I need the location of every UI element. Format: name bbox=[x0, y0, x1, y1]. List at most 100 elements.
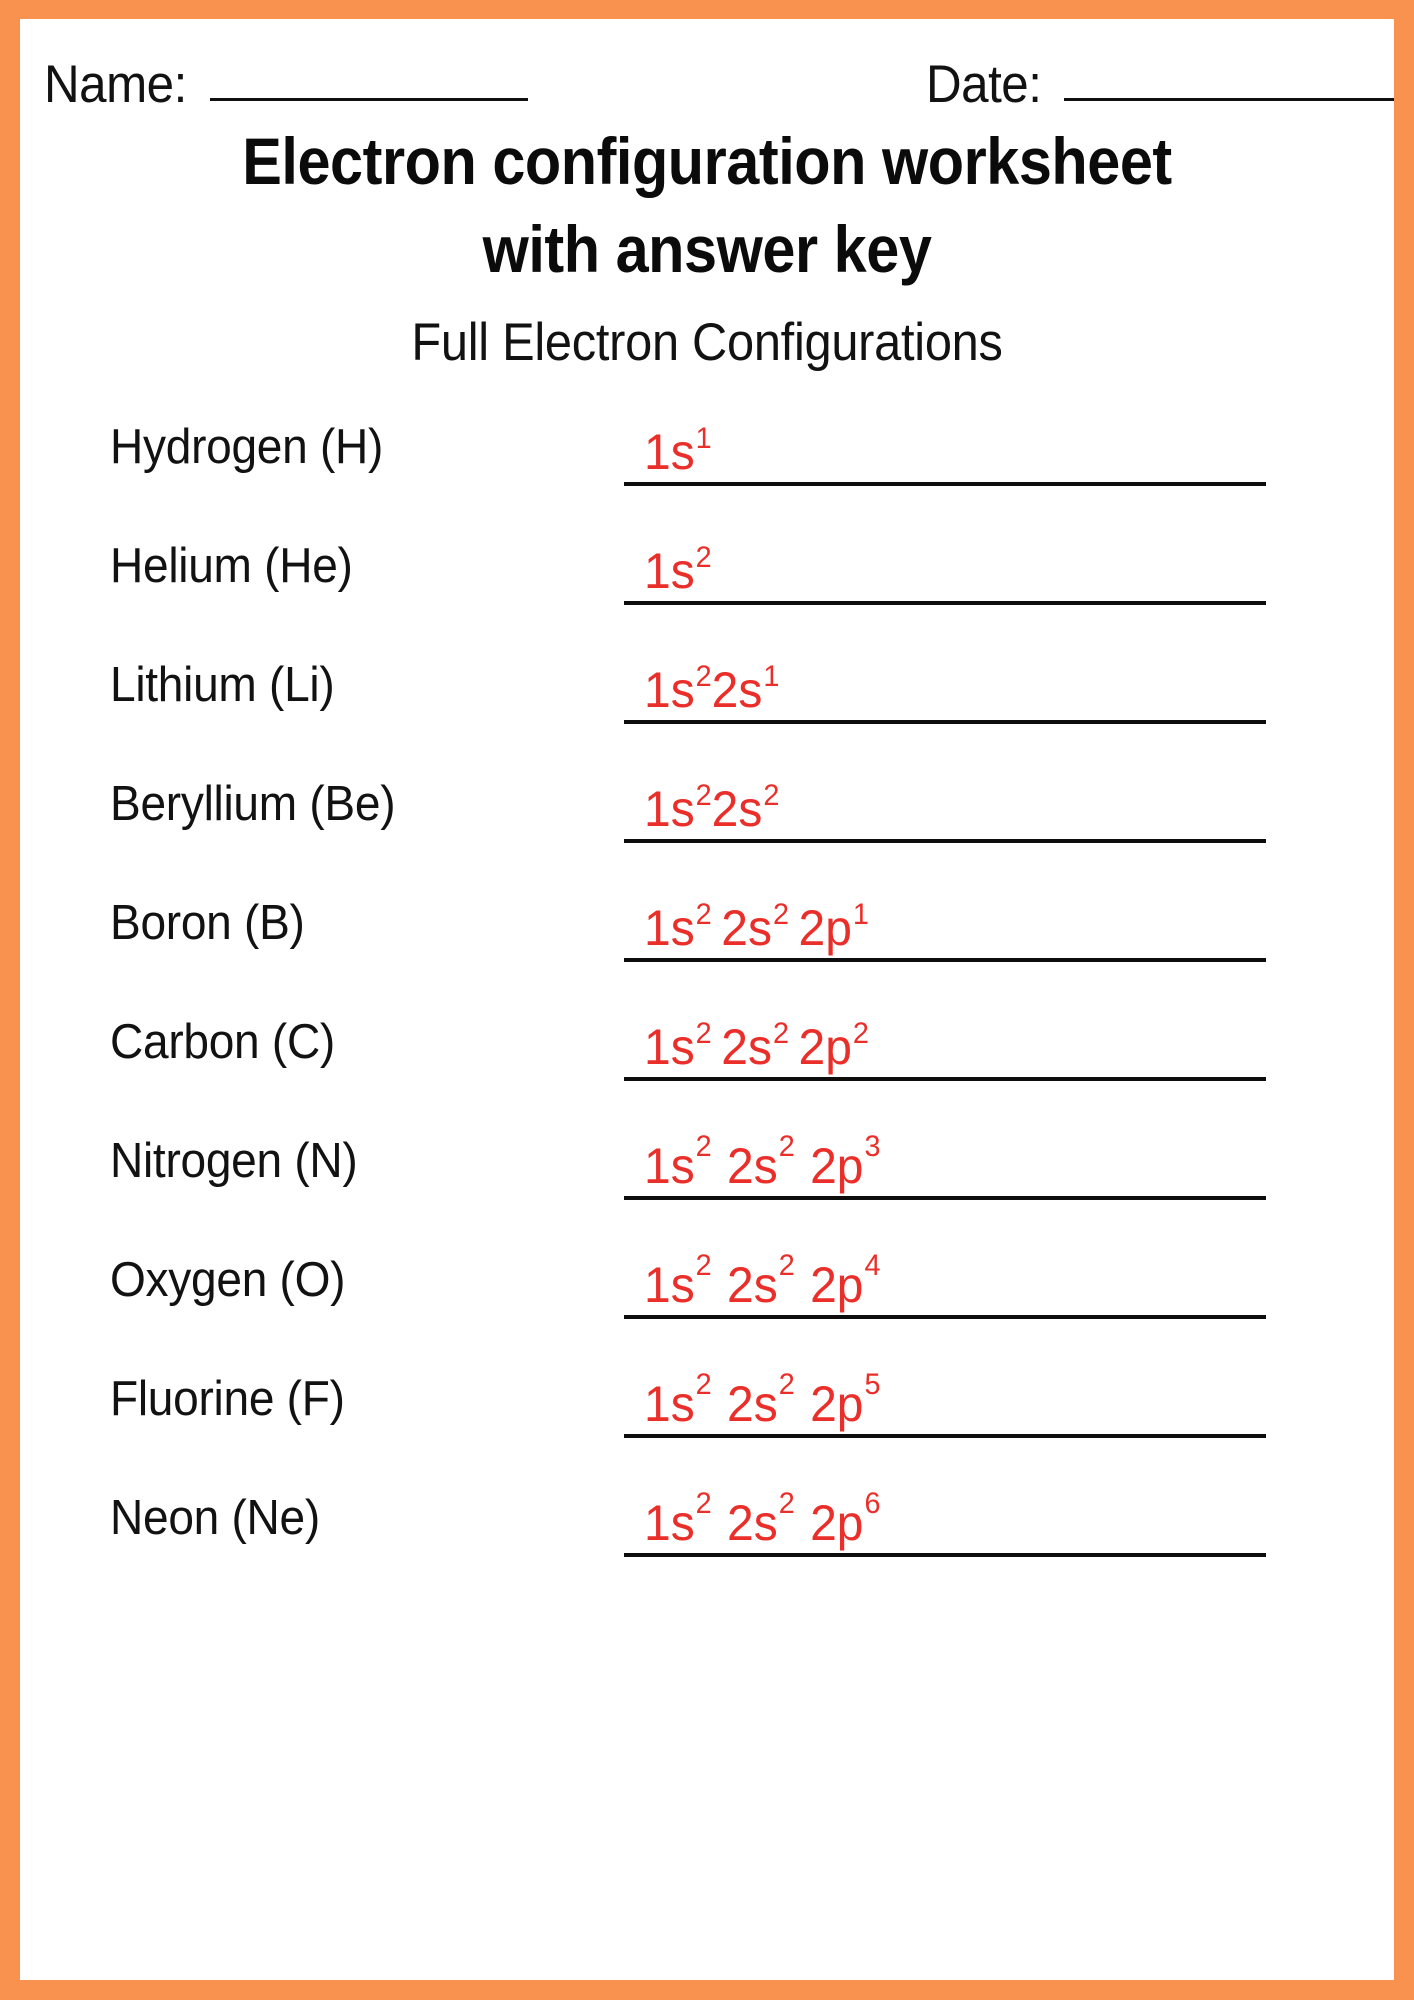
orbital-exponent: 1 bbox=[695, 422, 712, 456]
orbital-exponent: 2 bbox=[695, 1130, 712, 1164]
orbital-term: 2s1 bbox=[711, 662, 780, 718]
orbital-base: 2s bbox=[711, 781, 763, 837]
page-title-line-2: with answer key bbox=[482, 212, 932, 286]
orbital-base: 2p bbox=[810, 1495, 864, 1551]
element-label: Fluorine (F) bbox=[110, 1372, 345, 1426]
answer-write-line bbox=[624, 720, 1266, 724]
section-heading: Full Electron Configurations bbox=[411, 313, 1003, 372]
page-title-line-1: Electron configuration worksheet bbox=[242, 124, 1172, 198]
name-label: Name: bbox=[44, 55, 187, 114]
orbital-exponent: 2 bbox=[778, 1487, 795, 1521]
orbital-base: 1s bbox=[644, 543, 695, 599]
orbital-base: 2p bbox=[798, 900, 852, 956]
element-row: Helium (He) 1s2 bbox=[20, 498, 1394, 617]
orbital-base: 2p bbox=[810, 1257, 864, 1313]
worksheet-sheet: Name: Date: Electron configuration works… bbox=[20, 19, 1394, 1980]
answer-write-line bbox=[624, 601, 1266, 605]
date-label: Date: bbox=[925, 55, 1042, 114]
orbital-base: 2p bbox=[810, 1138, 864, 1194]
date-write-line[interactable] bbox=[1064, 98, 1394, 101]
element-row: Beryllium (Be) 1s22s2 bbox=[20, 736, 1394, 855]
element-row: Hydrogen (H) 1s1 bbox=[20, 379, 1394, 498]
orbital-term: 2s2 bbox=[727, 1370, 795, 1432]
orbital-exponent: 2 bbox=[695, 779, 712, 813]
orbital-exponent: 2 bbox=[695, 660, 712, 694]
orbital-base: 1s bbox=[644, 1138, 695, 1194]
answer-field[interactable]: 1s2 2s2 2p1 bbox=[624, 870, 1266, 962]
answer-field[interactable]: 1s2 2s2 2p5 bbox=[624, 1346, 1266, 1438]
element-row-list: Hydrogen (H) 1s1 Helium (He) 1s2 Lithium (Li… bbox=[20, 379, 1394, 1569]
orbital-base: 1s bbox=[644, 1257, 695, 1313]
element-row: Lithium (Li) 1s22s1 bbox=[20, 617, 1394, 736]
answer-write-line bbox=[624, 839, 1266, 843]
orbital-base: 2s bbox=[727, 1376, 778, 1432]
orbital-term: 2p6 bbox=[810, 1489, 880, 1551]
answer-field[interactable]: 1s22s1 bbox=[624, 632, 1266, 724]
answer-field[interactable]: 1s2 bbox=[624, 513, 1266, 605]
orbital-exponent: 2 bbox=[695, 541, 712, 575]
orbital-exponent: 5 bbox=[864, 1368, 881, 1402]
orbital-exponent: 4 bbox=[864, 1249, 881, 1283]
orbital-exponent: 6 bbox=[864, 1487, 881, 1521]
element-row: Neon (Ne) 1s2 2s2 2p6 bbox=[20, 1450, 1394, 1569]
orbital-term: 2s2 bbox=[721, 900, 789, 956]
answer-write-line bbox=[624, 1077, 1266, 1081]
electron-configuration-answer: 1s22s1 bbox=[644, 662, 780, 718]
name-write-line[interactable] bbox=[209, 98, 528, 101]
electron-configuration-answer: 1s2 bbox=[644, 543, 712, 599]
answer-field[interactable]: 1s2 2s2 2p2 bbox=[624, 989, 1266, 1081]
answer-field[interactable]: 1s2 2s2 2p4 bbox=[624, 1227, 1266, 1319]
element-label: Boron (B) bbox=[110, 896, 305, 950]
orbital-base: 1s bbox=[644, 424, 695, 480]
electron-configuration-answer: 1s2 2s2 2p4 bbox=[644, 1251, 880, 1313]
orbital-base: 2p bbox=[798, 1019, 852, 1075]
answer-field[interactable]: 1s22s2 bbox=[624, 751, 1266, 843]
answer-write-line bbox=[624, 1315, 1266, 1319]
orbital-term: 1s2 bbox=[644, 1370, 712, 1432]
answer-field[interactable]: 1s1 bbox=[624, 394, 1266, 486]
orbital-exponent: 2 bbox=[778, 1130, 795, 1164]
orbital-base: 1s bbox=[644, 1495, 695, 1551]
electron-configuration-answer: 1s1 bbox=[644, 424, 712, 480]
orbital-term: 1s2 bbox=[644, 900, 712, 953]
electron-configuration-answer: 1s2 2s2 2p1 bbox=[644, 900, 869, 956]
orbital-base: 2s bbox=[721, 900, 772, 956]
orbital-term: 2s2 bbox=[721, 1019, 789, 1075]
element-row: Carbon (C) 1s2 2s2 2p2 bbox=[20, 974, 1394, 1093]
orbital-term: 2s2 bbox=[727, 1489, 795, 1548]
orbital-term: 2s2 bbox=[727, 1251, 795, 1313]
orbital-exponent: 2 bbox=[772, 898, 789, 932]
orbital-term: 2p4 bbox=[810, 1251, 880, 1313]
orbital-base: 2s bbox=[727, 1257, 778, 1313]
orbital-term: 2p5 bbox=[810, 1370, 880, 1429]
orbital-term: 1s2 bbox=[644, 662, 712, 715]
orbital-term: 1s2 bbox=[644, 1132, 712, 1194]
orbital-base: 2s bbox=[721, 1019, 772, 1075]
element-row: Fluorine (F) 1s2 2s2 2p5 bbox=[20, 1331, 1394, 1450]
answer-write-line bbox=[624, 1434, 1266, 1438]
orbital-exponent: 2 bbox=[695, 1368, 712, 1402]
electron-configuration-answer: 1s2 2s2 2p2 bbox=[644, 1019, 869, 1075]
element-label: Beryllium (Be) bbox=[110, 777, 396, 831]
orbital-base: 2s bbox=[727, 1138, 778, 1194]
orbital-term: 1s2 bbox=[644, 781, 712, 837]
element-label: Nitrogen (N) bbox=[110, 1134, 358, 1188]
answer-field[interactable]: 1s2 2s2 2p3 bbox=[624, 1108, 1266, 1200]
answer-field[interactable]: 1s2 2s2 2p6 bbox=[624, 1465, 1266, 1557]
orbital-base: 1s bbox=[644, 1376, 695, 1432]
orbital-exponent: 2 bbox=[772, 1017, 789, 1051]
orbital-term: 2p1 bbox=[798, 900, 869, 956]
orbital-base: 2s bbox=[711, 662, 763, 718]
orbital-exponent: 2 bbox=[763, 779, 780, 813]
element-row: Oxygen (O) 1s2 2s2 2p4 bbox=[20, 1212, 1394, 1331]
element-label: Neon (Ne) bbox=[110, 1491, 320, 1545]
orbital-term: 1s2 bbox=[644, 1489, 712, 1551]
orbital-exponent: 2 bbox=[695, 1017, 712, 1051]
element-label: Oxygen (O) bbox=[110, 1253, 346, 1307]
orbital-term: 1s2 bbox=[644, 1251, 712, 1313]
electron-configuration-answer: 1s2 2s2 2p6 bbox=[644, 1489, 880, 1551]
orbital-base: 1s bbox=[644, 1019, 695, 1075]
answer-write-line bbox=[624, 1196, 1266, 1200]
orbital-exponent: 1 bbox=[852, 898, 869, 932]
orbital-base: 1s bbox=[644, 781, 695, 837]
